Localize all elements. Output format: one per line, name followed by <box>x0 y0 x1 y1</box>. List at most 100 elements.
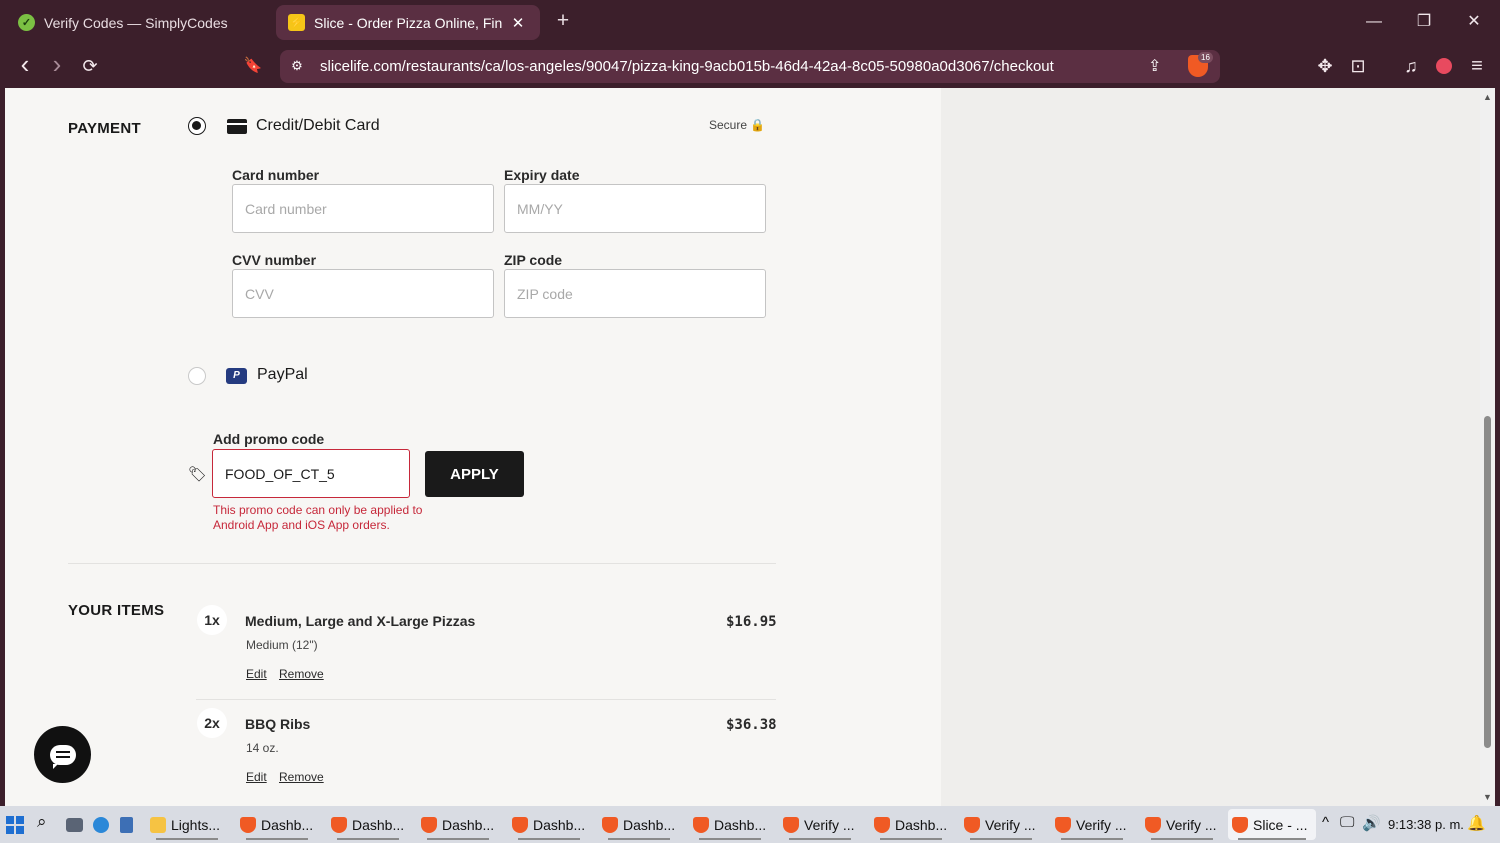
expiry-date-label: Expiry date <box>504 167 580 183</box>
page-scrollbar[interactable]: ▲ ▼ <box>1480 88 1495 806</box>
brave-icon <box>1145 816 1161 833</box>
brave-icon <box>874 816 890 833</box>
zip-code-label: ZIP code <box>504 252 563 268</box>
paypal-icon: P <box>226 368 247 384</box>
edit-item-link[interactable]: Edit <box>246 667 267 681</box>
new-tab-button[interactable]: + <box>552 10 574 32</box>
chat-icon <box>49 744 76 769</box>
taskbar-item[interactable]: Lights... <box>146 809 228 840</box>
folder-icon <box>150 816 166 833</box>
windows-start-icon[interactable] <box>6 816 24 834</box>
taskbar-item-label: Verify ... <box>985 816 1036 833</box>
url-text[interactable]: slicelife.com/restaurants/ca/los-angeles… <box>320 58 1054 75</box>
scroll-up-arrow-icon[interactable]: ▲ <box>1482 92 1493 102</box>
taskbar-item[interactable]: Dashb... <box>508 809 590 840</box>
paypal-radio-button[interactable] <box>188 367 206 385</box>
bookmark-button[interactable]: 🔖 <box>241 54 265 78</box>
taskbar-item-label: Dashb... <box>442 816 495 833</box>
camera-app-icon[interactable] <box>66 818 83 832</box>
taskbar-item[interactable]: Dashb... <box>598 809 680 840</box>
card-radio-button[interactable] <box>188 117 206 135</box>
taskbar-item[interactable]: Dashb... <box>236 809 318 840</box>
tab-search-icon[interactable]: ⊡ <box>1346 54 1370 78</box>
tab-verify-codes[interactable]: ✓ Verify Codes — SimplyCodes <box>6 5 268 40</box>
taskbar-item[interactable]: Dashb... <box>870 809 952 840</box>
taskbar-item-label: Slice - ... <box>1253 816 1308 833</box>
taskbar-item-label: Dashb... <box>623 816 676 833</box>
taskbar-item[interactable]: Slice - ... <box>1228 809 1316 840</box>
address-bar[interactable]: ⚙ slicelife.com/restaurants/ca/los-angel… <box>280 50 1220 83</box>
promo-error-message: This promo code can only be applied to A… <box>213 503 423 532</box>
paypal-option-label[interactable]: PayPal <box>257 366 308 384</box>
order-summary-pane <box>941 88 1480 806</box>
taskbar-clock[interactable]: 9:13:38 p. m. <box>1388 817 1464 832</box>
taskbar-item[interactable]: Dashb... <box>689 809 771 840</box>
taskbar-item[interactable]: Verify ... <box>1141 809 1223 840</box>
calculator-app-icon[interactable] <box>120 817 133 833</box>
scrollbar-thumb[interactable] <box>1484 416 1491 748</box>
chat-support-button[interactable] <box>34 726 91 783</box>
tab-title: Slice - Order Pizza Online, Find P <box>314 14 502 31</box>
close-tab-icon[interactable]: ✕ <box>508 13 528 33</box>
promo-code-input[interactable] <box>212 449 410 498</box>
card-number-input[interactable] <box>232 184 494 233</box>
item-name: BBQ Ribs <box>245 716 311 732</box>
taskbar-item[interactable]: Dashb... <box>417 809 499 840</box>
taskbar-item-label: Verify ... <box>804 816 855 833</box>
menu-icon[interactable]: ≡ <box>1465 54 1489 78</box>
minimize-window-button[interactable]: — <box>1362 10 1386 34</box>
notifications-icon[interactable]: 🔔 <box>1467 814 1486 832</box>
extensions-icon[interactable]: ✥ <box>1313 54 1337 78</box>
item-detail: Medium (12") <box>246 638 318 652</box>
close-window-button[interactable]: ✕ <box>1462 10 1486 34</box>
edit-item-link[interactable]: Edit <box>246 770 267 784</box>
shield-count-badge: 16 <box>1198 52 1213 63</box>
item-price: $16.95 <box>726 614 777 630</box>
remove-item-link[interactable]: Remove <box>279 770 324 784</box>
item-detail: 14 oz. <box>246 741 279 755</box>
brave-icon <box>964 816 980 833</box>
cvv-label: CVV number <box>232 252 317 268</box>
taskbar-item-label: Dashb... <box>533 816 586 833</box>
cvv-input[interactable] <box>232 269 494 318</box>
volume-icon[interactable]: 🔊 <box>1362 814 1381 832</box>
taskbar-item[interactable]: Verify ... <box>779 809 861 840</box>
share-icon[interactable]: ⇪ <box>1148 56 1161 76</box>
taskbar-item-label: Dashb... <box>352 816 405 833</box>
search-icon[interactable]: ⌕ <box>37 812 47 832</box>
network-icon[interactable]: 🖵 <box>1340 814 1354 831</box>
browser-app-icon[interactable] <box>93 817 109 833</box>
card-option-label[interactable]: Credit/Debit Card <box>256 117 380 135</box>
tray-chevron-icon[interactable]: ^ <box>1322 814 1329 831</box>
tag-icon: 🏷 <box>188 466 208 483</box>
item-quantity: 2x <box>197 708 227 738</box>
item-divider <box>196 699 776 700</box>
brave-icon <box>783 816 799 833</box>
expiry-date-input[interactable] <box>504 184 766 233</box>
reload-button[interactable]: ⟳ <box>78 54 102 78</box>
scroll-down-arrow-icon[interactable]: ▼ <box>1482 792 1493 802</box>
brave-icon <box>693 816 709 833</box>
section-divider <box>68 563 776 564</box>
item-quantity: 1x <box>197 605 227 635</box>
site-settings-icon[interactable]: ⚙ <box>288 57 306 75</box>
card-number-label: Card number <box>232 167 320 183</box>
forward-button[interactable]: › <box>45 51 69 78</box>
taskbar-item-label: Dashb... <box>714 816 767 833</box>
credit-card-icon <box>227 119 247 134</box>
taskbar-item[interactable]: Verify ... <box>1051 809 1133 840</box>
tab-title: Verify Codes — SimplyCodes <box>44 14 228 31</box>
back-button[interactable]: ‹ <box>13 51 37 78</box>
taskbar-item[interactable]: Dashb... <box>327 809 409 840</box>
taskbar-item[interactable]: Verify ... <box>960 809 1042 840</box>
brave-icon <box>240 816 256 833</box>
remove-item-link[interactable]: Remove <box>279 667 324 681</box>
apply-promo-button[interactable]: APPLY <box>425 451 524 497</box>
media-icon[interactable]: ♫ <box>1399 54 1423 78</box>
page-content: PAYMENT Credit/Debit Card Secure 🔒 Card … <box>5 88 1480 806</box>
restore-window-button[interactable]: ❐ <box>1412 10 1436 34</box>
profile-avatar[interactable] <box>1432 54 1456 78</box>
tab-strip: ✓ Verify Codes — SimplyCodes ⚡ Slice - O… <box>0 0 1500 44</box>
zip-code-input[interactable] <box>504 269 766 318</box>
tab-slice[interactable]: ⚡ Slice - Order Pizza Online, Find P ✕ <box>276 5 540 40</box>
